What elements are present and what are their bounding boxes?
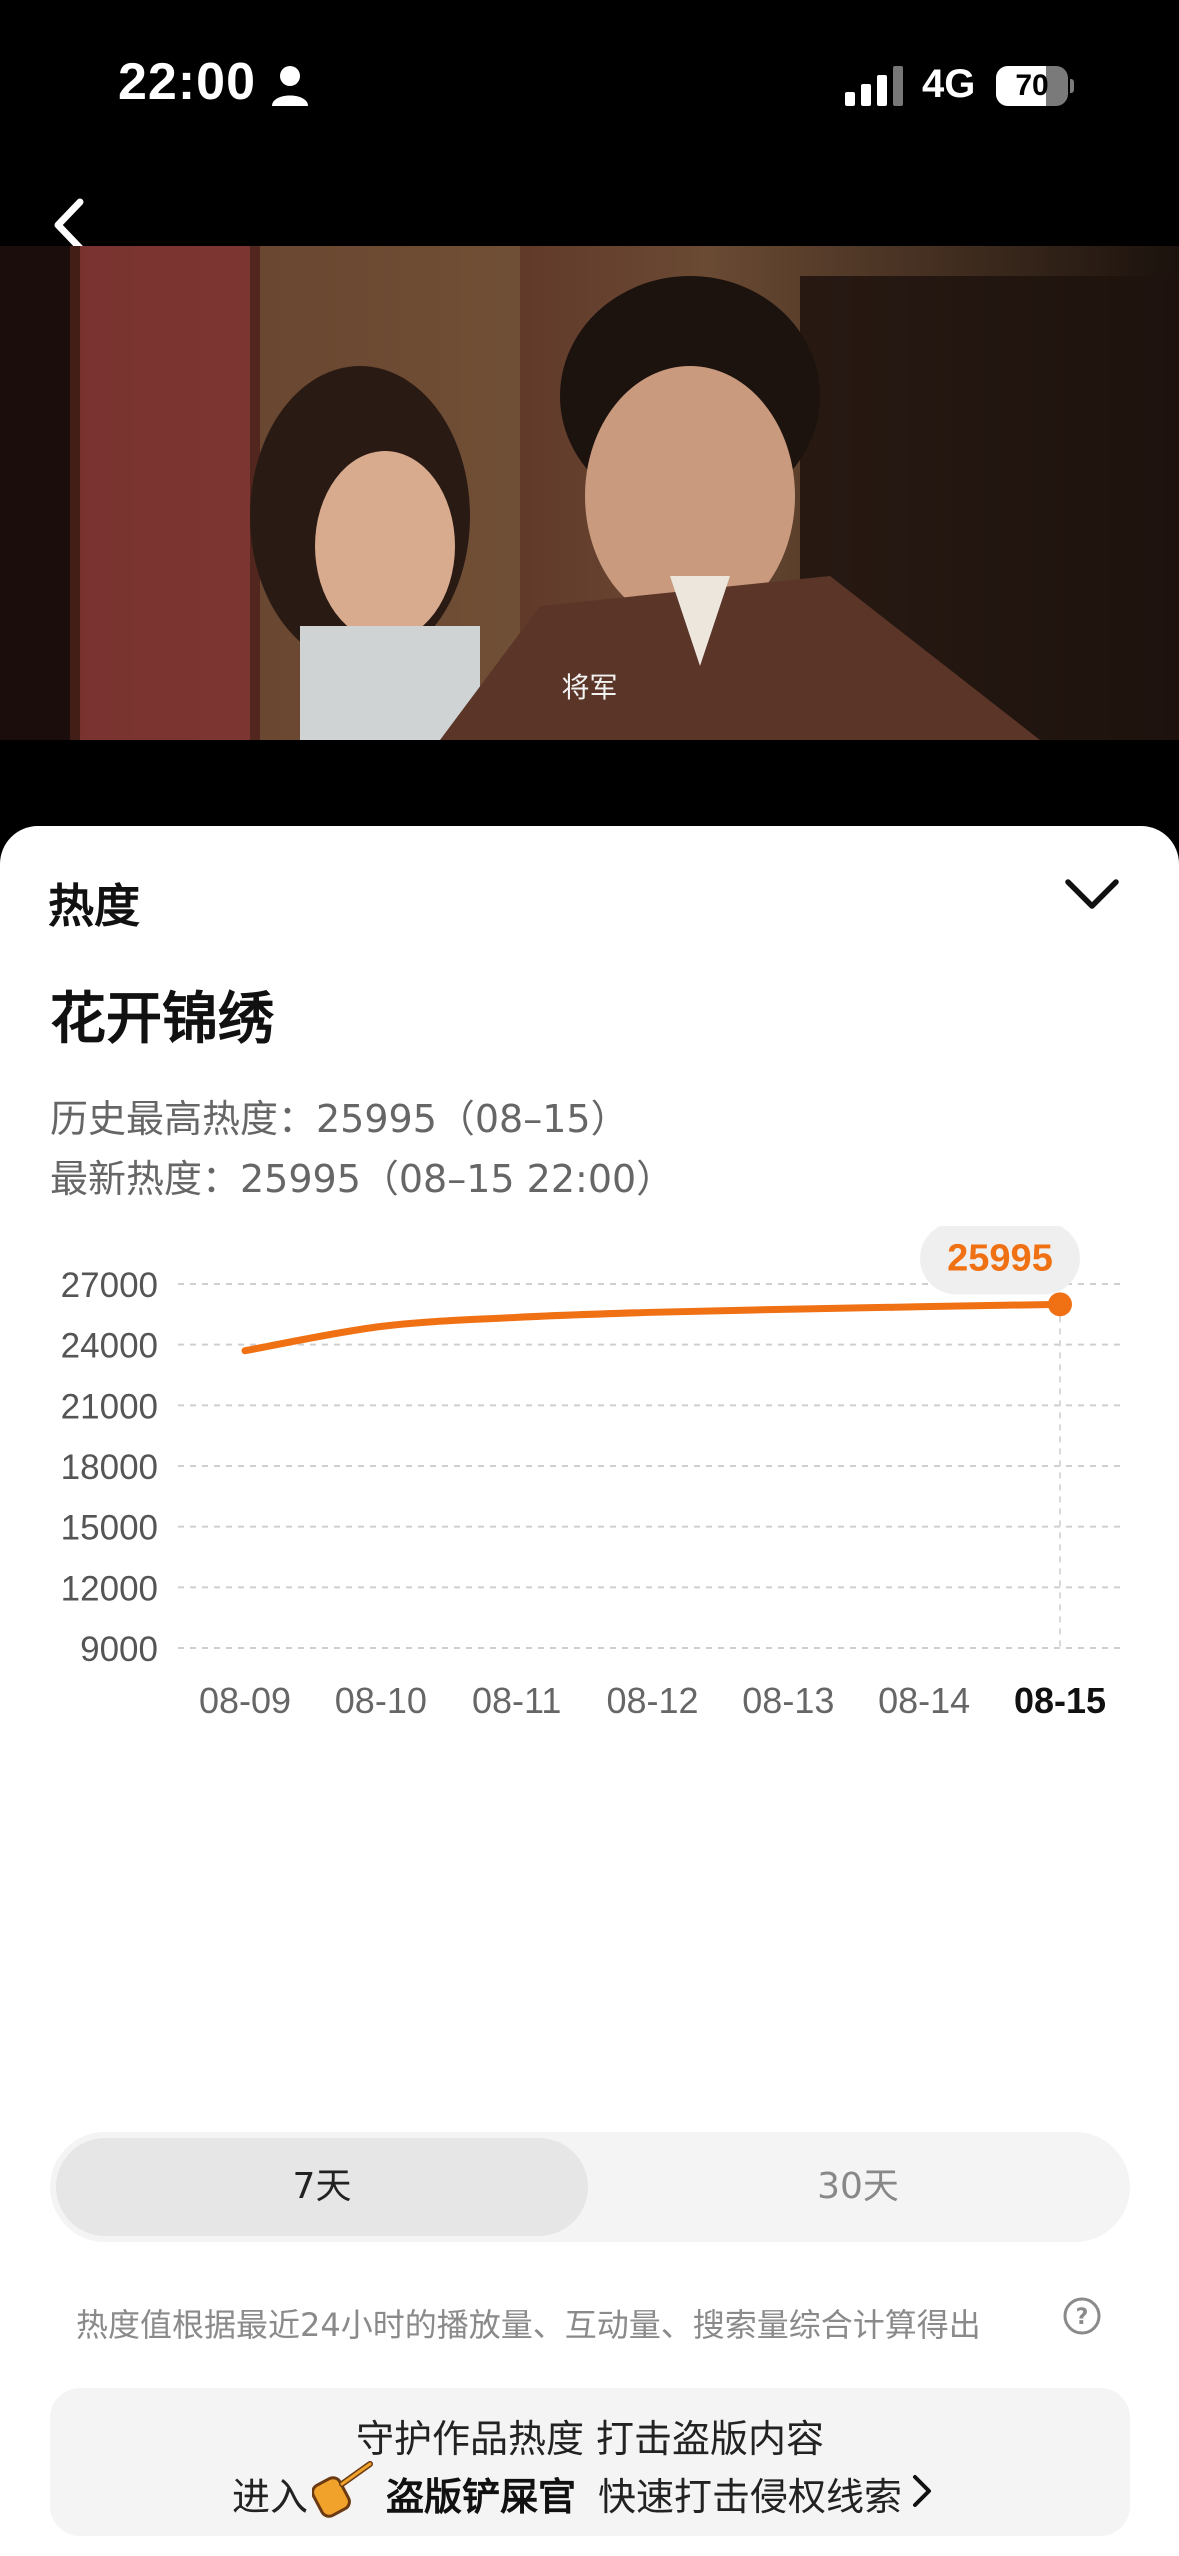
highlight-value-label: 25995: [947, 1237, 1053, 1279]
battery-icon: 70: [996, 66, 1074, 106]
y-tick-label: 21000: [61, 1387, 158, 1426]
heat-line-chart: 27000 24000 21000 18000 15000 12000 9000 08-09 0…: [61, 1226, 1125, 1721]
video-frame[interactable]: 将军: [0, 246, 1179, 740]
x-tick-label: 08-15: [1014, 1680, 1106, 1721]
y-tick-label: 24000: [61, 1327, 158, 1366]
signal-icon: [845, 66, 903, 106]
network-label: 4G: [922, 62, 976, 106]
heat-sheet: 热度 花开锦绣 历史最高热度：25995（08–15） 最新热度：25995（0…: [0, 826, 1179, 2556]
promo-enter-text: 进入: [232, 2475, 309, 2519]
tab-7-days[interactable]: 7天: [56, 2138, 588, 2236]
chevron-right-icon: [913, 2475, 931, 2507]
x-tick-label: 08-09: [199, 1680, 291, 1721]
collapse-chevron-down-icon[interactable]: [1062, 874, 1122, 914]
y-tick-label: 9000: [80, 1630, 158, 1669]
status-time: 22:00: [118, 53, 256, 111]
y-tick-label: 12000: [61, 1569, 158, 1608]
show-title: 花开锦绣: [50, 987, 274, 1052]
x-tick-label: 08-14: [878, 1680, 970, 1721]
latest-heat-text: 最新热度：25995（08–15 22:00）: [50, 1157, 675, 1201]
person-icon: [272, 66, 308, 106]
help-icon[interactable]: ?: [1062, 2296, 1102, 2336]
sheet-title: 热度: [48, 879, 140, 933]
heat-footnote: 热度值根据最近24小时的播放量、互动量、搜索量综合计算得出: [76, 2306, 981, 2344]
promo-headline: 守护作品热度 打击盗版内容: [355, 2417, 825, 2461]
history-high-text: 历史最高热度：25995（08–15）: [50, 1097, 629, 1141]
x-tick-label: 08-11: [472, 1680, 561, 1721]
shovel-icon: [312, 2461, 373, 2518]
x-tick-label: 08-13: [742, 1680, 834, 1721]
svg-text:?: ?: [1076, 2305, 1089, 2330]
anti-piracy-banner[interactable]: 守护作品热度 打击盗版内容 进入 盗版铲屎官 快速打击侵权线索: [50, 2388, 1130, 2536]
y-tick-label: 18000: [61, 1448, 158, 1487]
video-subtitle: 将军: [561, 671, 618, 704]
highlight-point: [1048, 1292, 1072, 1317]
y-tick-label: 27000: [61, 1266, 158, 1305]
x-tick-label: 08-12: [606, 1680, 698, 1721]
tab-30-days[interactable]: 30天: [592, 2138, 1124, 2236]
battery-level: 70: [1015, 69, 1049, 102]
promo-action-text: 快速打击侵权线索: [598, 2475, 903, 2519]
range-tabs: 7天 30天: [50, 2132, 1130, 2242]
x-tick-label: 08-10: [335, 1680, 427, 1721]
status-bar: 22:00 4G 70: [0, 0, 1179, 170]
y-tick-label: 15000: [61, 1509, 158, 1548]
promo-brand: 盗版铲屎官: [386, 2474, 577, 2519]
